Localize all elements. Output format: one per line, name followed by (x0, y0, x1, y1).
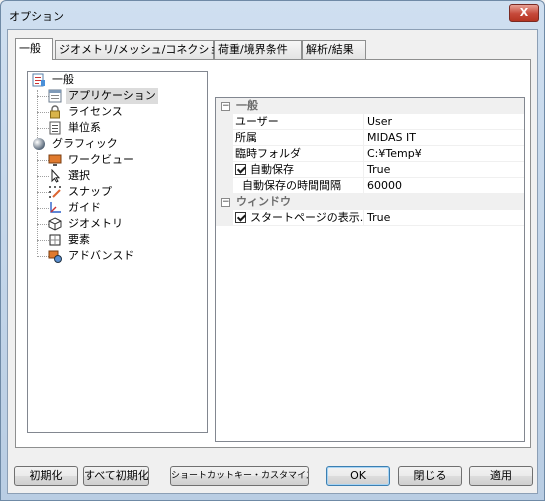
general-tab-page: 一般 アプリケーション ライセンス 単位系 グラフィック ワークビュー 選択 ス… (15, 59, 531, 448)
property-name: 所属 (233, 130, 364, 146)
graphics-sphere-icon (33, 138, 45, 150)
tree-item-label: アドバンスド (68, 249, 135, 262)
unit-system-document-icon (49, 121, 61, 135)
show-start-page-checkbox[interactable] (235, 212, 246, 223)
tab-load-boundary[interactable]: 荷重/境界条件 (214, 40, 302, 59)
property-value[interactable]: C:¥Temp¥ (364, 146, 524, 162)
row-gutter (216, 178, 233, 194)
property-name: 自動保存 (250, 163, 294, 176)
tree-item-label: 選択 (68, 169, 90, 182)
tree-item-label: 一般 (52, 73, 74, 86)
property-value[interactable]: MIDAS IT (364, 130, 524, 146)
tree-connector (37, 152, 38, 254)
property-name: ユーザー (233, 114, 364, 130)
initialize-all-button[interactable]: すべて初期化 (83, 466, 149, 486)
tab-label: ジオメトリ/メッシュ/コネクション (59, 43, 232, 56)
element-icon (49, 234, 61, 246)
tab-label: 一般 (19, 42, 41, 55)
tree-connector (37, 90, 38, 138)
tree-item-label: 要素 (68, 233, 90, 246)
property-name: 臨時フォルダ (233, 146, 364, 162)
license-lock-icon (50, 105, 60, 119)
category-window[interactable]: − ウィンドウ (216, 194, 524, 210)
property-row-show-start-page[interactable]: スタートページの表示... True (216, 210, 524, 226)
selection-cursor-icon (51, 169, 61, 183)
general-settings-icon (32, 73, 45, 87)
tab-general[interactable]: 一般 (15, 38, 53, 60)
apply-button[interactable]: 適用 (469, 466, 533, 486)
tree-item-label: ジオメトリ (68, 217, 123, 230)
property-name: スタートページの表示... (250, 211, 364, 224)
snap-icon (49, 186, 61, 198)
initialize-button[interactable]: 初期化 (14, 466, 78, 486)
tree-item-label: 単位系 (68, 121, 101, 134)
collapse-toggle-icon[interactable]: − (221, 102, 230, 111)
tree-item-label: ライセンス (68, 105, 123, 118)
row-gutter (216, 130, 233, 146)
geometry-cube-icon (48, 217, 62, 231)
property-value[interactable]: 60000 (364, 178, 524, 194)
tab-label: 解析/結果 (306, 43, 354, 56)
property-name-with-checkbox: スタートページの表示... (233, 210, 364, 226)
work-view-monitor-icon (48, 154, 62, 166)
property-row-auto-save-interval[interactable]: 自動保存の時間間隔 60000 (216, 178, 524, 194)
property-name: 自動保存の時間間隔 (233, 178, 364, 194)
property-value[interactable]: True (364, 210, 524, 226)
dialog-client-area: 一般 ジオメトリ/メッシュ/コネクション 荷重/境界条件 解析/結果 一般 アプ… (7, 29, 538, 494)
options-dialog: オプション X 一般 ジオメトリ/メッシュ/コネクション 荷重/境界条件 解析/… (0, 0, 545, 501)
row-gutter (216, 162, 233, 178)
auto-save-checkbox[interactable] (235, 164, 246, 175)
property-row-temp-folder[interactable]: 臨時フォルダ C:¥Temp¥ (216, 146, 524, 162)
tree-item-label: スナップ (68, 185, 112, 198)
tab-label: 荷重/境界条件 (218, 43, 288, 56)
property-grid[interactable]: − 一般 ユーザー User 所属 MIDAS IT 臨時フォルダ C:¥Tem… (215, 97, 525, 442)
guide-axes-icon (50, 202, 61, 213)
category-tree[interactable]: 一般 アプリケーション ライセンス 単位系 グラフィック ワークビュー 選択 ス… (27, 71, 208, 433)
window-title: オプション (9, 10, 64, 23)
shortcut-customize-button[interactable]: ショートカットキー・カスタマイズ (170, 466, 309, 486)
property-row-user[interactable]: ユーザー User (216, 114, 524, 130)
row-gutter (216, 146, 233, 162)
title-bar[interactable]: オプション X (1, 1, 544, 29)
property-value[interactable]: True (364, 162, 524, 178)
tree-item-label: ワークビュー (68, 153, 134, 166)
ok-button[interactable]: OK (326, 466, 390, 486)
property-value[interactable]: User (364, 114, 524, 130)
tree-item-label: ガイド (68, 201, 101, 214)
category-label: ウィンドウ (236, 195, 291, 208)
category-general[interactable]: − 一般 (216, 98, 524, 114)
close-button[interactable]: 閉じる (398, 466, 462, 486)
tree-item-label: アプリケーション (66, 88, 158, 104)
row-gutter (216, 210, 233, 226)
application-window-icon (48, 89, 62, 103)
property-name-with-checkbox: 自動保存 (233, 162, 364, 178)
tree-item-label: グラフィック (52, 137, 118, 150)
property-row-affiliation[interactable]: 所属 MIDAS IT (216, 130, 524, 146)
collapse-toggle-icon[interactable]: − (221, 198, 230, 207)
tab-analysis-results[interactable]: 解析/結果 (302, 40, 366, 59)
close-window-button[interactable]: X (509, 4, 539, 22)
row-gutter (216, 114, 233, 130)
category-label: 一般 (236, 99, 258, 112)
property-row-auto-save[interactable]: 自動保存 True (216, 162, 524, 178)
tab-geometry-mesh-connection[interactable]: ジオメトリ/メッシュ/コネクション (55, 40, 231, 59)
advanced-icon (48, 250, 62, 263)
